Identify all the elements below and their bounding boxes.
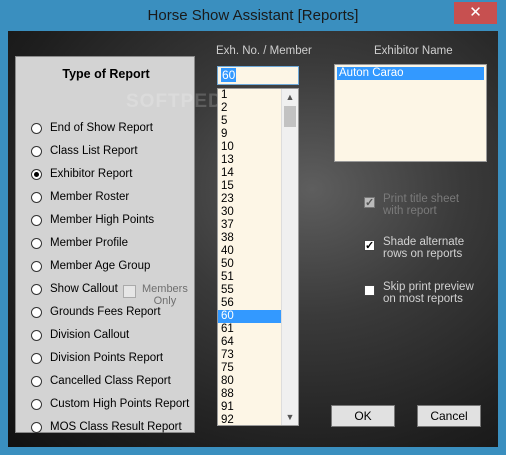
list-item[interactable]: 60 [218,310,281,323]
list-item[interactable]: 51 [218,271,281,284]
exhibitor-name-header: Exhibitor Name [374,45,453,57]
check-icon[interactable] [364,285,375,296]
members-only-box[interactable] [123,285,136,298]
option-checkbox[interactable]: Skip print preview on most reports [364,281,474,305]
radio-circle[interactable] [31,329,42,341]
ok-button[interactable]: OK [331,405,395,427]
members-only-label: Members Only [142,283,188,307]
report-option-label: End of Show Report [50,122,153,134]
radio-circle[interactable] [31,306,42,318]
dialog-client-area: Type of Report End of Show Report Class L… [8,31,498,447]
option-label: Shade alternate rows on reports [383,236,465,260]
exhibitor-list-scrollbar[interactable]: ▲ ▼ [281,89,298,425]
report-option[interactable]: Show Callout [31,280,118,298]
report-option[interactable]: Division Callout [31,326,129,344]
scroll-down-icon[interactable]: ▼ [282,409,298,425]
radio-circle[interactable] [31,145,42,157]
report-option-label: Grounds Fees Report [50,306,161,318]
exhibitor-name-list[interactable]: Auton Carao [334,64,487,162]
list-item[interactable]: 91 [218,401,281,414]
scroll-up-icon[interactable]: ▲ [282,89,298,105]
report-option[interactable]: Cancelled Class Report [31,372,171,390]
radio-circle[interactable] [31,352,42,364]
list-item[interactable]: 5 [218,115,281,128]
check-icon[interactable]: ✓ [364,197,375,209]
list-item[interactable]: 38 [218,232,281,245]
report-option-label: Member High Points [50,214,155,226]
list-item[interactable]: 1 [218,89,281,102]
list-item[interactable]: 37 [218,219,281,232]
exhibitor-number-header: Exh. No. / Member [216,45,312,57]
list-item[interactable]: 30 [218,206,281,219]
radio-circle[interactable] [31,214,42,226]
list-item[interactable]: 73 [218,349,281,362]
check-icon[interactable]: ✓ [364,240,375,252]
list-item[interactable]: 13 [218,154,281,167]
report-type-title: Type of Report [62,67,150,81]
report-option-label: Member Age Group [50,260,151,272]
list-item[interactable]: 50 [218,258,281,271]
list-item[interactable]: Auton Carao [337,67,484,80]
radio-circle[interactable] [31,122,42,134]
list-item[interactable]: 88 [218,388,281,401]
report-option-label: Exhibitor Report [50,168,133,180]
window-title: Horse Show Assistant [Reports] [147,7,359,24]
list-item[interactable]: 9 [218,128,281,141]
list-item[interactable]: 15 [218,180,281,193]
report-option-label: MOS Class Result Report [50,421,182,433]
scroll-thumb[interactable] [284,106,296,127]
radio-circle[interactable] [31,398,42,410]
report-option[interactable]: MOS Class Result Report [31,418,182,436]
report-option-label: Class List Report [50,145,138,157]
report-option[interactable]: Exhibitor Report [31,165,132,183]
option-checkbox[interactable]: ✓ Print title sheet with report [364,193,459,217]
list-item[interactable]: 64 [218,336,281,349]
report-option[interactable]: Member High Points [31,211,154,229]
list-item[interactable]: 2 [218,102,281,115]
report-option[interactable]: Custom High Points Report [31,395,189,413]
report-option-label: Member Roster [50,191,130,203]
report-option-label: Member Profile [50,237,128,249]
radio-circle[interactable] [31,237,42,249]
radio-circle[interactable] [31,168,42,180]
radio-circle[interactable] [31,283,42,295]
list-item[interactable]: 92 [218,414,281,425]
list-item[interactable]: 23 [218,193,281,206]
radio-circle[interactable] [31,375,42,387]
list-item[interactable]: 56 [218,297,281,310]
option-label: Print title sheet with report [383,193,460,217]
report-option[interactable]: Class List Report [31,142,138,160]
close-window-button[interactable]: ✕ [454,2,497,24]
report-option-label: Division Callout [50,329,130,341]
radio-circle[interactable] [31,421,42,433]
report-option[interactable]: Division Points Report [31,349,163,367]
list-item[interactable]: 80 [218,375,281,388]
exhibitor-number-list[interactable]: 1 2 5 9 10 13 14 15 23 30 37 38 40 50 51 55 56 60 61 64 73 75… [217,88,299,426]
report-option-label: Custom High Points Report [50,398,190,410]
app-window: Horse Show Assistant [Reports] ✕ Type of… [0,0,506,455]
exhibitor-number-input[interactable]: 60 [217,66,299,85]
report-option-label: Cancelled Class Report [50,375,171,387]
list-item[interactable]: 55 [218,284,281,297]
list-item[interactable]: 75 [218,362,281,375]
report-option[interactable]: Member Age Group [31,257,150,275]
option-label: Skip print preview on most reports [383,281,474,305]
report-option[interactable]: Member Profile [31,234,128,252]
radio-circle[interactable] [31,191,42,203]
title-bar: Horse Show Assistant [Reports] ✕ [0,0,506,31]
list-item[interactable]: 40 [218,245,281,258]
option-checkbox[interactable]: ✓ Shade alternate rows on reports [364,236,464,260]
report-option[interactable]: Member Roster [31,188,129,206]
report-option-label: Show Callout [50,283,118,295]
members-only-checkbox[interactable]: Members Only [123,283,188,307]
report-option[interactable]: End of Show Report [31,119,153,137]
cancel-button[interactable]: Cancel [417,405,481,427]
list-item[interactable]: 14 [218,167,281,180]
list-item[interactable]: 61 [218,323,281,336]
radio-circle[interactable] [31,260,42,272]
list-item[interactable]: 10 [218,141,281,154]
report-option-label: Division Points Report [50,352,164,364]
